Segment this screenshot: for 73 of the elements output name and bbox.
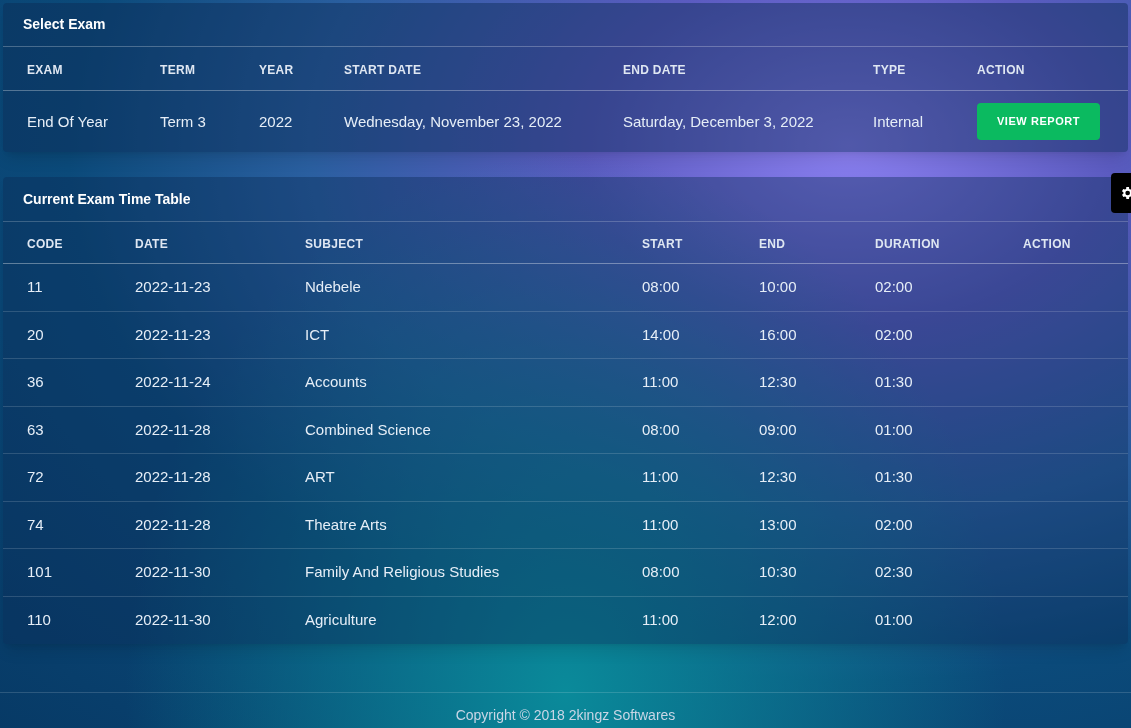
view-report-button[interactable]: VIEW REPORT bbox=[977, 103, 1100, 140]
table-cell: Ndebele bbox=[305, 278, 361, 296]
table-cell: 74 bbox=[27, 515, 44, 533]
card-title: Current Exam Time Table bbox=[23, 189, 191, 209]
table-cell: 11:00 bbox=[642, 515, 679, 533]
table-cell: 02:00 bbox=[875, 278, 913, 296]
column-header: CODE bbox=[27, 236, 63, 251]
column-header: DURATION bbox=[875, 236, 940, 251]
table-cell: Term 3 bbox=[160, 112, 206, 130]
table-cell: 11 bbox=[27, 278, 43, 296]
table-cell: ICT bbox=[305, 325, 330, 343]
column-header: ACTION bbox=[977, 62, 1025, 77]
table-cell: Internal bbox=[873, 112, 924, 130]
table-cell: 14:00 bbox=[642, 325, 680, 343]
table-cell: 12:00 bbox=[759, 611, 797, 629]
table-cell: 12:30 bbox=[759, 468, 797, 486]
table-cell: 101 bbox=[27, 563, 53, 581]
table-cell: 2022-11-28 bbox=[135, 420, 211, 438]
table-cell: 13:00 bbox=[759, 515, 797, 533]
table-cell: Wednesday, November 23, 2022 bbox=[344, 112, 562, 130]
column-header: SUBJECT bbox=[305, 236, 364, 251]
table-cell: 2022-11-28 bbox=[135, 515, 211, 533]
table-cell: 12:30 bbox=[759, 373, 797, 391]
table-cell: Agriculture bbox=[305, 611, 377, 629]
column-header: YEAR bbox=[259, 62, 294, 77]
table-cell: Theatre Arts bbox=[305, 515, 387, 533]
table-cell: 08:00 bbox=[642, 563, 680, 581]
table-cell: 63 bbox=[27, 420, 44, 438]
settings-icon bbox=[1119, 185, 1131, 201]
table-cell: Family And Religious Studies bbox=[305, 563, 500, 581]
table-cell: 2022-11-23 bbox=[135, 325, 211, 343]
table-cell: 2022-11-30 bbox=[135, 611, 211, 629]
table-cell: 11:00 bbox=[642, 611, 679, 629]
table-cell: 08:00 bbox=[642, 420, 680, 438]
card-title: Select Exam bbox=[23, 15, 106, 34]
column-header: START DATE bbox=[344, 62, 422, 77]
column-header: END DATE bbox=[623, 62, 686, 77]
column-header: TERM bbox=[160, 62, 196, 77]
table-cell: 01:30 bbox=[875, 373, 913, 391]
table-cell: 72 bbox=[27, 468, 44, 486]
table-cell: 10:30 bbox=[759, 563, 797, 581]
column-header: START bbox=[642, 236, 683, 251]
table-cell: Combined Science bbox=[305, 420, 431, 438]
column-header: END bbox=[759, 236, 786, 251]
table-cell: 2022-11-23 bbox=[135, 278, 211, 296]
table-cell: 02:30 bbox=[875, 563, 913, 581]
table-cell: 2022-11-28 bbox=[135, 468, 211, 486]
column-header: EXAM bbox=[27, 62, 63, 77]
table-cell: 02:00 bbox=[875, 325, 913, 343]
table-cell: 10:00 bbox=[759, 278, 797, 296]
table-cell: 11:00 bbox=[642, 468, 679, 486]
column-header: TYPE bbox=[873, 62, 906, 77]
column-header: DATE bbox=[135, 236, 168, 251]
table-cell: 2022-11-24 bbox=[135, 373, 211, 391]
table-cell: Accounts bbox=[305, 373, 367, 391]
table-cell: 36 bbox=[27, 373, 44, 391]
table-cell: 16:00 bbox=[759, 325, 797, 343]
table-cell: 01:30 bbox=[875, 468, 913, 486]
table-cell: 09:00 bbox=[759, 420, 797, 438]
table-cell: 02:00 bbox=[875, 515, 913, 533]
table-cell: 11:00 bbox=[642, 373, 679, 391]
table-cell: 110 bbox=[27, 611, 51, 629]
table-cell: 2022 bbox=[259, 112, 293, 130]
table-cell: 20 bbox=[27, 325, 44, 343]
table-cell: 01:00 bbox=[875, 420, 913, 438]
table-cell: ART bbox=[305, 468, 335, 486]
column-header: ACTION bbox=[1023, 236, 1071, 251]
table-cell: 2022-11-30 bbox=[135, 563, 211, 581]
table-cell: 08:00 bbox=[642, 278, 680, 296]
table-cell: 01:00 bbox=[875, 611, 913, 629]
table-cell: End Of Year bbox=[27, 112, 108, 130]
copyright-text: Copyright © 2018 2kingz Softwares bbox=[455, 706, 676, 725]
table-cell: Saturday, December 3, 2022 bbox=[623, 112, 814, 130]
